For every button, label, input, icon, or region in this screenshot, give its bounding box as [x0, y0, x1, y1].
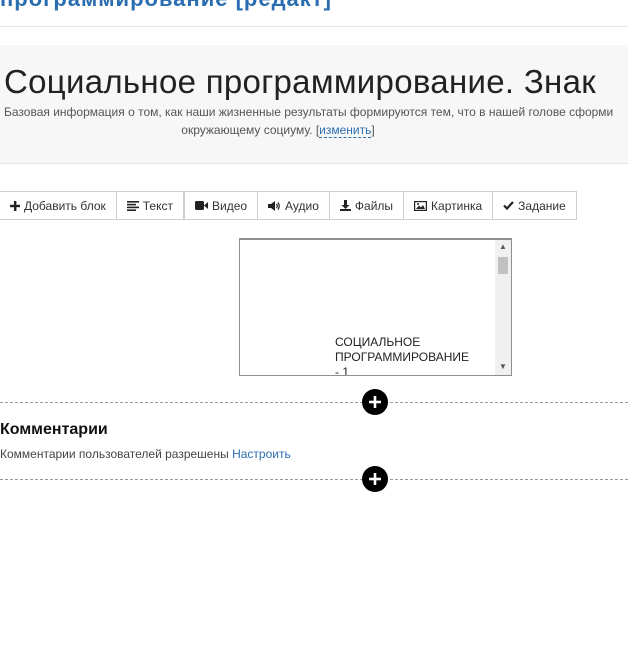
breadcrumb: программирование [редакт]: [0, 0, 628, 27]
breadcrumb-text[interactable]: программирование [редакт]: [0, 0, 332, 12]
doc-text-line-3: - 1: [335, 365, 350, 376]
doc-text-line-2: ПРОГРАММИРОВАНИЕ: [335, 350, 469, 364]
embedded-document-text: СОЦИАЛЬНОЕ ПРОГРАММИРОВАНИЕ - 1: [335, 335, 495, 376]
plus-icon: [369, 473, 381, 485]
block-divider: [0, 402, 628, 403]
page-root: программирование [редакт] Социальное про…: [0, 0, 628, 662]
plus-icon: [369, 396, 381, 408]
block-divider: [0, 479, 628, 480]
page-header: Социальное программирование. Знак Базова…: [0, 45, 628, 164]
video-label: Видео: [211, 198, 248, 213]
description-line-1: Базовая информация о том, как наши жизне…: [4, 105, 614, 119]
add-block-plus-button[interactable]: [362, 466, 388, 492]
files-button[interactable]: Файлы: [328, 192, 403, 219]
scroll-down-icon[interactable]: ▼: [495, 360, 511, 374]
video-camera-icon: [194, 201, 208, 210]
embedded-document-frame[interactable]: СОЦИАЛЬНОЕ ПРОГРАММИРОВАНИЕ - 1 ▲ ▼: [239, 238, 512, 376]
text-label: Текст: [142, 198, 173, 213]
scroll-thumb[interactable]: [498, 257, 508, 274]
add-block-plus-button[interactable]: [362, 389, 388, 415]
comments-status-text: Комментарии пользователей разрешены: [0, 447, 229, 461]
doc-text-line-1: СОЦИАЛЬНОЕ: [335, 335, 421, 349]
image-button[interactable]: Картинка: [403, 192, 492, 219]
embed-scrollbar[interactable]: ▲ ▼: [495, 240, 511, 375]
comments-status: Комментарии пользователей разрешены Наст…: [0, 447, 291, 461]
task-label: Задание: [518, 198, 566, 213]
audio-label: Аудио: [285, 198, 319, 213]
comments-heading: Комментарии: [0, 421, 108, 438]
configure-comments-link[interactable]: Настроить: [232, 447, 291, 461]
files-label: Файлы: [354, 198, 394, 213]
download-icon: [339, 200, 351, 211]
check-icon: [503, 201, 514, 210]
task-button[interactable]: Задание: [492, 192, 576, 219]
description-line-2-text: окружающему социуму.: [181, 123, 313, 137]
image-icon: [414, 200, 428, 211]
edit-description-link[interactable]: изменить: [319, 123, 372, 138]
page-title: Социальное программирование. Знак: [4, 63, 596, 100]
speaker-icon: [268, 200, 281, 211]
text-button[interactable]: Текст: [115, 192, 183, 219]
video-button[interactable]: Видео: [182, 192, 257, 219]
scroll-up-icon[interactable]: ▲: [495, 240, 511, 254]
add-block-label: Добавить блок: [24, 198, 106, 213]
audio-button[interactable]: Аудио: [257, 192, 329, 219]
image-label: Картинка: [431, 198, 483, 213]
align-left-icon: [126, 200, 139, 211]
block-toolbar: Добавить блок Текст Видео Аудио Файлы Ка…: [0, 191, 577, 220]
description-line-2: окружающему социуму. [изменить]: [181, 123, 375, 138]
page-description: Базовая информация о том, как наши жизне…: [4, 103, 628, 139]
plus-icon: [10, 200, 20, 211]
add-block-button[interactable]: Добавить блок: [0, 192, 116, 219]
